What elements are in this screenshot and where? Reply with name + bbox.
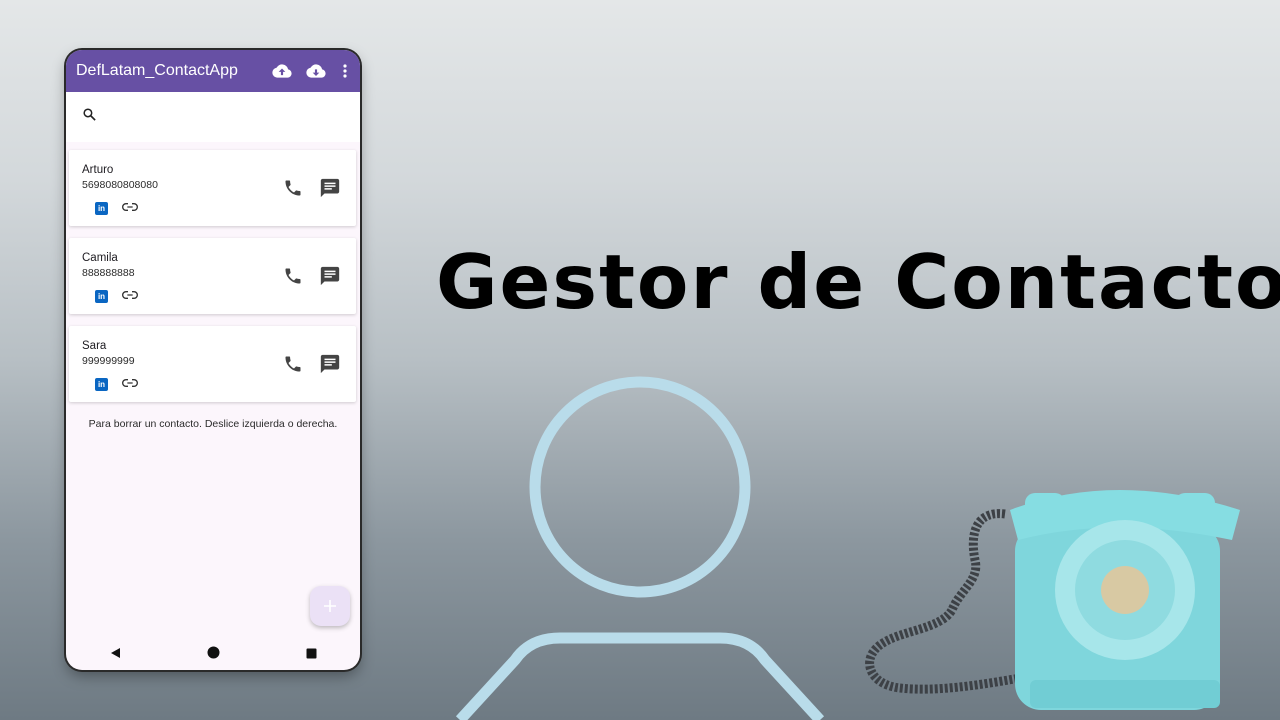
telephone-illustration bbox=[865, 490, 1240, 710]
contact-name: Sara bbox=[82, 340, 107, 352]
contact-card[interactable]: Sara 999999999 in bbox=[69, 326, 356, 402]
page-headline: Gestor de Contactos bbox=[436, 238, 1280, 326]
plus-icon bbox=[324, 600, 336, 612]
recents-icon[interactable] bbox=[306, 646, 317, 664]
message-icon[interactable] bbox=[319, 177, 341, 204]
link-icon[interactable] bbox=[122, 375, 138, 393]
search-icon[interactable] bbox=[82, 107, 97, 127]
linkedin-icon[interactable]: in bbox=[95, 377, 108, 391]
more-vert-icon[interactable] bbox=[338, 59, 352, 83]
system-nav-bar bbox=[66, 640, 360, 670]
message-icon[interactable] bbox=[319, 265, 341, 292]
cloud-upload-icon[interactable] bbox=[270, 59, 294, 83]
person-outline-illustration bbox=[455, 376, 825, 720]
linkedin-icon[interactable]: in bbox=[95, 201, 108, 215]
contact-name: Arturo bbox=[82, 164, 114, 176]
search-bar[interactable] bbox=[66, 92, 360, 142]
phone-mockup: DefLatam_ContactApp Arturo 5698080808080… bbox=[66, 50, 360, 670]
link-icon[interactable] bbox=[122, 199, 138, 217]
swipe-hint: Para borrar un contacto. Deslice izquier… bbox=[88, 418, 338, 430]
call-icon[interactable] bbox=[283, 178, 303, 203]
call-icon[interactable] bbox=[283, 354, 303, 379]
contact-name: Camila bbox=[82, 252, 118, 264]
message-icon[interactable] bbox=[319, 353, 341, 380]
back-icon[interactable] bbox=[109, 646, 121, 664]
contact-phone: 999999999 bbox=[82, 355, 135, 367]
contact-card[interactable]: Arturo 5698080808080 in bbox=[69, 150, 356, 226]
call-icon[interactable] bbox=[283, 266, 303, 291]
contact-card[interactable]: Camila 888888888 in bbox=[69, 238, 356, 314]
link-icon[interactable] bbox=[122, 287, 138, 305]
contact-list: Arturo 5698080808080 in Camila 888888888 bbox=[66, 142, 360, 402]
home-icon[interactable] bbox=[207, 646, 220, 664]
cloud-download-icon[interactable] bbox=[304, 59, 328, 83]
search-input[interactable] bbox=[105, 109, 309, 125]
app-title: DefLatam_ContactApp bbox=[76, 62, 238, 79]
app-bar: DefLatam_ContactApp bbox=[66, 50, 360, 92]
add-contact-button[interactable] bbox=[310, 586, 350, 626]
linkedin-icon[interactable]: in bbox=[95, 289, 108, 303]
contact-phone: 5698080808080 bbox=[82, 179, 158, 191]
contact-phone: 888888888 bbox=[82, 267, 135, 279]
